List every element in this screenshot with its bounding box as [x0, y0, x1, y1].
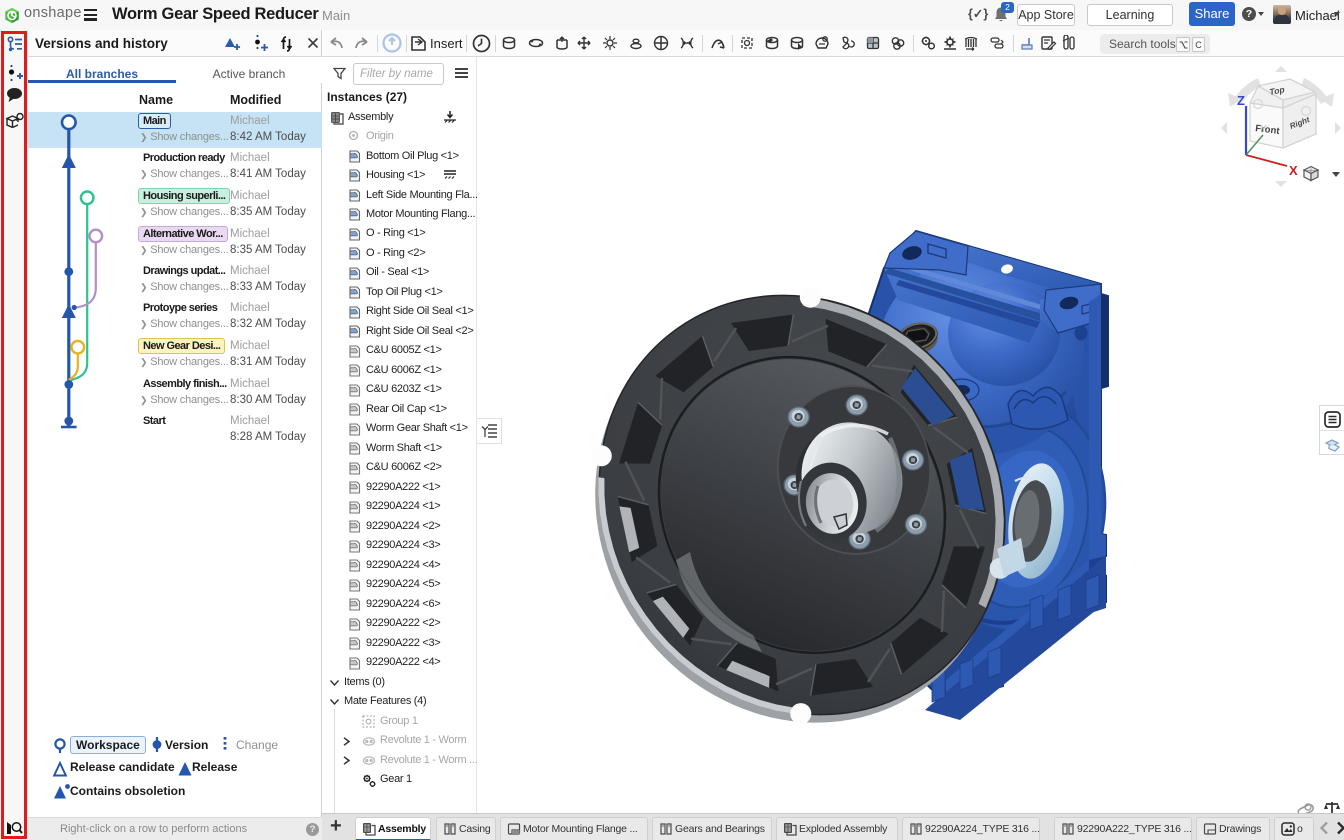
svg-text:Z: Z [1237, 93, 1245, 108]
svg-text:Y: Y [1260, 124, 1267, 135]
svg-text:X: X [1289, 163, 1298, 178]
